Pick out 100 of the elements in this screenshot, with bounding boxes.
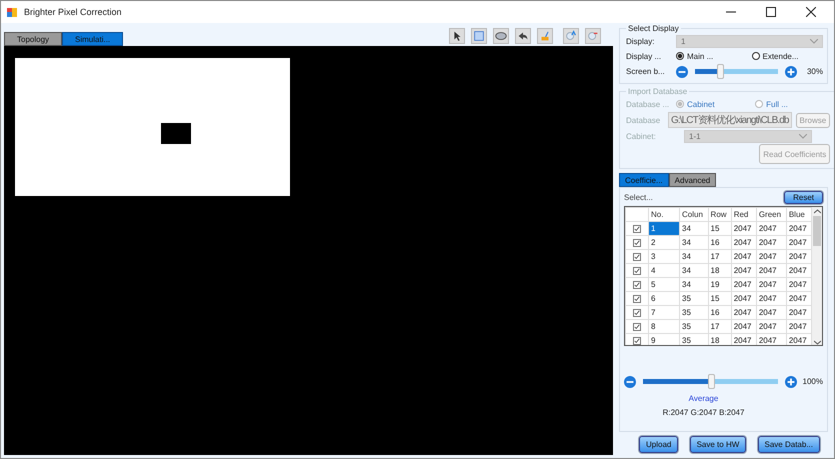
column-header: Row	[708, 208, 732, 222]
app-icon	[7, 6, 18, 18]
table-cell: 2047	[731, 306, 756, 320]
minus-icon[interactable]	[624, 376, 636, 388]
field-label: Display ...	[626, 52, 662, 60]
table-cell: 35	[680, 306, 708, 320]
table-cell: 6	[648, 292, 680, 306]
row-checkbox[interactable]	[633, 224, 641, 233]
table-cell: 35	[680, 292, 708, 306]
view-tab[interactable]: Topology	[4, 32, 62, 46]
reset-button[interactable]: Reset	[784, 191, 823, 204]
row-checkbox[interactable]	[633, 238, 641, 247]
table-cell: 7	[648, 306, 680, 320]
table-cell: 2047	[756, 320, 786, 334]
minus-icon[interactable]	[676, 66, 688, 78]
scrollbar[interactable]	[812, 207, 822, 345]
average-caption: Average	[688, 394, 720, 403]
table-cell: 17	[708, 250, 732, 264]
group-title: Select Display	[627, 24, 680, 33]
action-button[interactable]: Upload	[639, 436, 678, 453]
table-cell: 2047	[731, 334, 756, 345]
table-cell: 18	[708, 264, 732, 278]
table-cell: 3	[648, 250, 680, 264]
table-cell: 2047	[731, 250, 756, 264]
table-cell: 2047	[756, 278, 786, 292]
display-dropdown[interactable]: 1	[676, 34, 823, 48]
group-title: Import Database	[627, 87, 688, 96]
pointer-icon[interactable]	[449, 28, 465, 44]
table-cell: 2047	[731, 236, 756, 250]
table-cell: 16	[708, 236, 732, 250]
field-label: Database	[626, 116, 662, 124]
table-cell: 2	[648, 236, 680, 250]
table-cell: 16	[708, 306, 732, 320]
scroll-thumb[interactable]	[813, 216, 821, 246]
table-cell: 34	[680, 264, 708, 278]
table-cell: 19	[708, 278, 732, 292]
field-label: Screen b...	[626, 67, 666, 76]
table-cell: 35	[680, 334, 708, 345]
window-title: Brighter Pixel Correction	[24, 7, 122, 17]
table-cell: 2047	[756, 250, 786, 264]
table-cell: 17	[708, 320, 732, 334]
row-checkbox[interactable]	[633, 294, 641, 303]
table-cell: 9	[648, 334, 680, 345]
chevron-down-icon	[799, 134, 808, 138]
rectangle-icon[interactable]	[471, 28, 487, 44]
maximize-icon[interactable]	[766, 7, 776, 17]
table-cell: 2047	[756, 292, 786, 306]
table-cell: 35	[680, 320, 708, 334]
table-cell: 2047	[731, 278, 756, 292]
table-cell: 34	[680, 236, 708, 250]
average-value: 100%	[802, 377, 823, 386]
row-checkbox[interactable]	[633, 280, 641, 289]
scroll-up-icon[interactable]	[814, 209, 820, 214]
table-cell: 34	[680, 278, 708, 292]
close-icon[interactable]	[806, 7, 816, 17]
brightness-value: 30%	[806, 67, 823, 76]
field-label: Cabinet:	[626, 132, 657, 140]
column-header: Colun	[680, 208, 708, 222]
rgb-values: R:2047 G:2047 B:2047	[662, 408, 746, 417]
row-checkbox[interactable]	[633, 322, 641, 331]
select-label: Select...	[624, 193, 653, 202]
table-cell: 4	[648, 264, 680, 278]
table-cell: 15	[708, 292, 732, 306]
average-slider[interactable]	[640, 374, 781, 389]
chevron-down-icon	[810, 38, 818, 44]
undo-icon[interactable]	[515, 28, 531, 44]
row-checkbox[interactable]	[633, 266, 641, 275]
scroll-down-icon[interactable]	[814, 340, 820, 345]
field-label: Display:	[626, 36, 656, 46]
row-checkbox[interactable]	[633, 336, 641, 345]
panel-tab[interactable]: Coefficie...	[619, 173, 669, 187]
table-cell: 2047	[756, 334, 786, 345]
action-button[interactable]: Save Datab...	[758, 436, 820, 453]
table-cell: 2047	[731, 320, 756, 334]
plus-icon[interactable]	[785, 66, 797, 78]
row-checkbox[interactable]	[633, 252, 641, 261]
table-cell: 2047	[756, 222, 786, 236]
table-cell: 34	[680, 250, 708, 264]
view-tab[interactable]: Simulati...	[62, 32, 124, 46]
panel-tab[interactable]: Advanced	[668, 173, 716, 187]
table-cell: 2047	[756, 236, 786, 250]
radio-option[interactable]: Extende...	[752, 52, 823, 60]
table-cell: 5	[648, 278, 680, 292]
table-cell: 2047	[756, 264, 786, 278]
row-checkbox[interactable]	[633, 308, 641, 317]
table-cell: 8	[648, 320, 680, 334]
table-cell: 1	[648, 222, 680, 236]
pixel-block	[161, 123, 191, 144]
brightness-slider[interactable]	[692, 64, 781, 79]
table-cell: 2047	[731, 264, 756, 278]
action-button[interactable]: Save to HW	[690, 436, 746, 453]
table-cell: 34	[680, 222, 708, 236]
table-cell: 2047	[731, 222, 756, 236]
zoom-in-icon[interactable]	[563, 28, 579, 44]
radio-option[interactable]: Main ...	[676, 52, 748, 60]
column-header: Green	[756, 208, 786, 222]
table-cell: 15	[708, 222, 732, 236]
plus-icon[interactable]	[785, 376, 797, 388]
table-cell: 2047	[731, 292, 756, 306]
field-label: Database ...	[626, 100, 670, 108]
